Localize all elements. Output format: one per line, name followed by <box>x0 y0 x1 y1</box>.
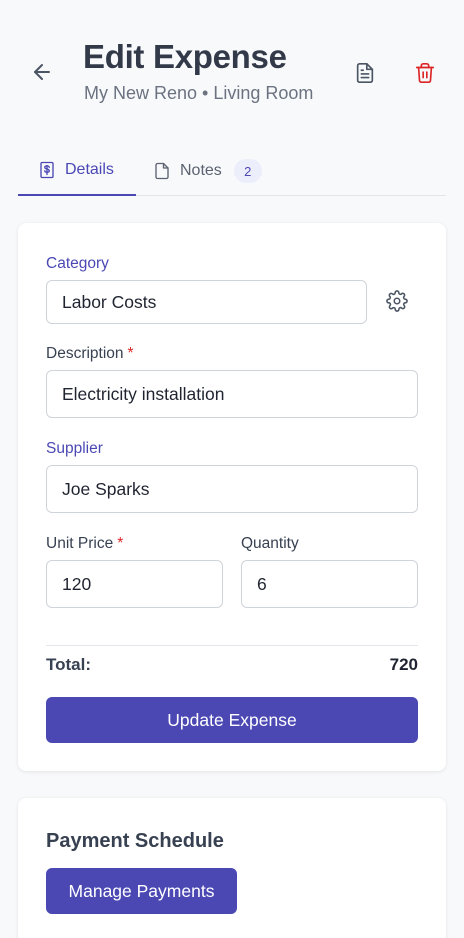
delete-button[interactable] <box>408 56 442 90</box>
back-button[interactable] <box>24 54 60 90</box>
tab-details-label: Details <box>65 161 114 178</box>
manage-payments-button[interactable]: Manage Payments <box>46 868 237 914</box>
expense-form-card: Category Labor Costs Description * Electr… <box>18 223 446 771</box>
header: Edit Expense My New Reno • Living Room <box>0 0 464 130</box>
note-page-icon <box>153 162 171 180</box>
arrow-left-icon <box>34 64 50 80</box>
required-marker: * <box>117 535 124 552</box>
tab-bar: Details Notes 2 <box>18 146 446 196</box>
quantity-input[interactable]: 6 <box>241 560 418 608</box>
update-expense-button[interactable]: Update Expense <box>46 697 418 743</box>
supplier-input[interactable]: Joe Sparks <box>46 465 418 513</box>
gear-icon <box>386 290 408 312</box>
unit-price-label: Unit Price * <box>46 535 124 552</box>
description-input[interactable]: Electricity installation <box>46 370 418 418</box>
notes-count-badge: 2 <box>233 159 262 183</box>
description-label: Description * <box>46 345 134 362</box>
category-settings-button[interactable] <box>382 286 412 316</box>
tab-notes-label: Notes <box>180 162 222 179</box>
quantity-label: Quantity <box>241 535 299 552</box>
document-icon <box>356 63 374 83</box>
page-title: Edit Expense <box>83 38 287 75</box>
tab-details[interactable]: Details <box>18 146 136 196</box>
total-value: 720 <box>389 655 418 674</box>
supplier-label: Supplier <box>46 440 103 457</box>
required-marker: * <box>127 345 134 362</box>
category-select[interactable]: Labor Costs <box>46 280 367 324</box>
payment-schedule-card: Payment Schedule Manage Payments <box>18 798 446 938</box>
total-label: Total: <box>46 655 92 674</box>
category-label: Category <box>46 255 109 272</box>
document-button[interactable] <box>348 56 382 90</box>
tab-notes[interactable]: Notes 2 <box>153 146 262 196</box>
receipt-dollar-icon <box>38 161 56 179</box>
page-subtitle: My New Reno • Living Room <box>84 83 314 103</box>
divider <box>46 645 418 646</box>
unit-price-input[interactable]: 120 <box>46 560 223 608</box>
trash-icon <box>415 63 435 83</box>
payment-schedule-title: Payment Schedule <box>46 830 224 852</box>
